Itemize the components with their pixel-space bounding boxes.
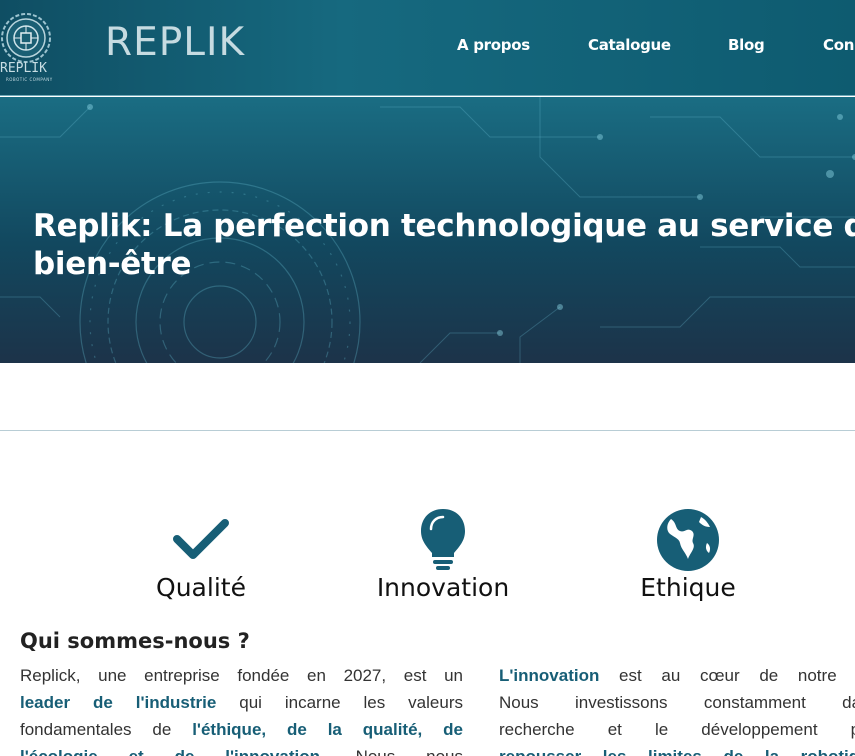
body-text: . Nous nous — [320, 747, 463, 756]
nav-link-blog[interactable]: Blog — [728, 36, 765, 54]
hero-title: Replik: La perfection technologique au s… — [33, 207, 855, 283]
main-nav: A propos Catalogue Blog Con — [0, 36, 855, 58]
about-right-column: L'innovation est au cœur de notre AD Nou… — [499, 662, 855, 756]
value-innovation: Innovation — [358, 505, 528, 602]
logo-subtext: ROBOTIC COMPANY — [6, 77, 53, 82]
about-left-line: leader de l'industrie qui incarne les va… — [20, 689, 463, 716]
value-label-innovation: Innovation — [376, 573, 510, 602]
value-label-quality: Qualité — [156, 573, 246, 602]
lightbulb-icon — [421, 509, 465, 570]
nav-link-a-propos[interactable]: A propos — [457, 36, 530, 54]
highlight-text: L'innovation — [499, 666, 600, 685]
body-text: qui incarne les valeurs — [216, 693, 463, 712]
highlight-text: l'éthique, de la qualité, de — [192, 720, 463, 739]
value-label-ethics: Ethique — [640, 573, 736, 602]
about-left-column: Replick, une entreprise fondée en 2027, … — [20, 662, 463, 756]
highlight-text: leader de l'industrie — [20, 693, 217, 712]
globe-icon — [657, 509, 719, 571]
hero-title-line-1: Replik: La perfection technologique au s… — [33, 208, 855, 244]
value-quality: Qualité — [116, 505, 286, 602]
checkmark-icon — [173, 519, 229, 559]
about-right-line: repousser les limites de la robotique — [499, 743, 855, 756]
about-left-line: Replick, une entreprise fondée en 2027, … — [20, 666, 463, 685]
body-text: est au cœur de notre AD — [599, 666, 855, 685]
section-divider — [0, 430, 855, 431]
about-right-line: recherche et le développement pou — [499, 720, 855, 739]
about-right-line: Nous investissons constamment dans — [499, 693, 855, 712]
nav-link-catalogue[interactable]: Catalogue — [588, 36, 671, 54]
highlight-text: repousser les limites de la robotique — [499, 747, 855, 756]
logo-text: REPLIK — [0, 61, 47, 76]
about-right-line: L'innovation est au cœur de notre AD — [499, 662, 855, 689]
nav-link-contact[interactable]: Con — [823, 36, 854, 54]
hero-title-line-2: bien-être — [33, 246, 192, 282]
value-ethics: Ethique — [603, 505, 773, 602]
about-left-line: l'écologie et de l'innovation. Nous nous — [20, 743, 463, 756]
body-text: fondamentales de — [20, 720, 193, 739]
about-left-line: fondamentales de l'éthique, de la qualit… — [20, 716, 463, 743]
about-title: Qui sommes-nous ? — [20, 629, 250, 653]
highlight-text: l'écologie et de l'innovation — [20, 747, 320, 756]
site-header: REPLIK ROBOTIC COMPANY REPLIK A propos C… — [0, 0, 855, 96]
hero-banner: Replik: La perfection technologique au s… — [0, 97, 855, 363]
